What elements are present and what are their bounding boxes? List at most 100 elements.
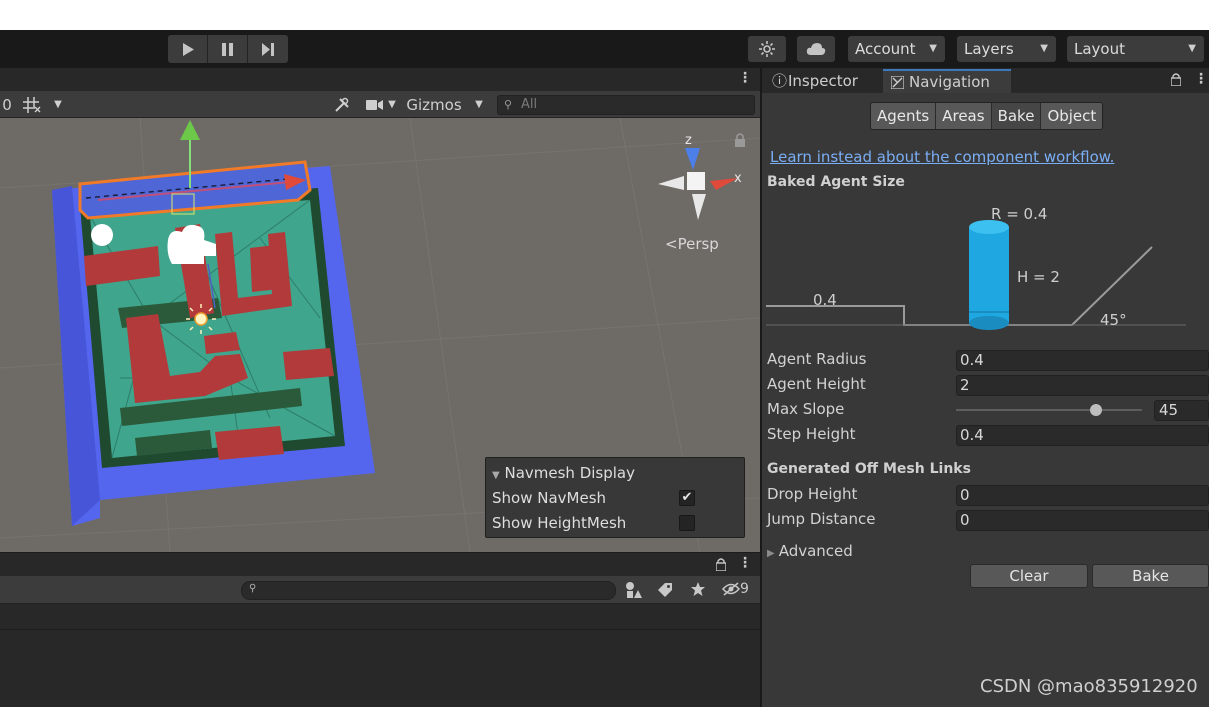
collab-button[interactable] [748,36,786,62]
navigation-panel: Agents Areas Bake Object Learn instead a… [762,93,1209,707]
pause-icon [222,42,233,56]
layers-dropdown[interactable]: Layers ▼ [957,36,1056,62]
advanced-foldout[interactable]: ▶ Advanced [767,542,853,560]
triangle-down-icon: ▼ [492,470,500,481]
scene-viewport[interactable]: z x <Persp ▼ Navmesh Display Show NavMes… [0,118,760,552]
step-button[interactable] [248,35,288,63]
search-icon: ⚲ [504,98,513,111]
triangle-right-icon: ▶ [767,548,775,559]
agent-height-diagram-label: H = 2 [1017,268,1060,286]
lock-icon[interactable] [735,133,745,147]
component-workflow-link[interactable]: Learn instead about the component workfl… [770,148,1114,166]
more-options-icon[interactable]: ⋮ [738,70,752,86]
navmesh-display-header[interactable]: ▼ Navmesh Display [492,462,635,484]
camera-icon [366,99,384,110]
unity-editor-window: Account ▼ Layers ▼ Layout ▼ ⋮ 0 ▼ ▼ Gizm… [0,0,1209,707]
grid-snap-button[interactable] [18,94,46,115]
agent-height-field[interactable]: 2 [956,375,1209,396]
scene-tab-header: ⋮ [0,68,760,91]
chevron-down-icon: ▼ [1188,43,1196,54]
max-slope-slider-handle[interactable] [1089,404,1102,416]
more-options-icon[interactable]: ⋮ [738,555,752,571]
baked-agent-size-title: Baked Agent Size [767,174,905,190]
step-icon [262,42,274,56]
more-options-icon[interactable]: ⋮ [1194,71,1208,87]
tab-bake[interactable]: Bake [991,103,1042,129]
show-heightmesh-label: Show HeightMesh [492,514,627,532]
navigation-mode-tabs: Agents Areas Bake Object [870,102,1104,130]
watermark-text: CSDN @mao835912920 [980,676,1198,697]
tools-icon [335,97,349,112]
grid-icon [23,96,41,113]
max-slope-field[interactable]: 45 [1154,400,1209,421]
persp-toggle[interactable]: <Persp [665,235,719,253]
tab-navigation-label: Navigation [909,73,990,91]
filter-by-label-button[interactable] [657,582,675,600]
agent-cylinder [969,220,1009,330]
drop-height-field[interactable]: 0 [956,485,1209,506]
orientation-gizmo[interactable] [658,148,738,220]
collab-icon [759,41,775,57]
gizmos-button[interactable]: Gizmos [405,94,463,115]
tab-object[interactable]: Object [1041,103,1103,129]
shapes-icon [626,582,642,598]
scene-toolbar: 0 ▼ ▼ Gizmos ▼ ⚲ All [0,91,760,118]
z-axis-label: z [685,133,692,148]
navmesh-display-title: Navmesh Display [504,464,635,482]
play-controls [168,35,288,63]
info-icon: ⓘ [772,72,788,90]
play-button[interactable] [168,35,208,63]
agent-radius-field[interactable]: 0.4 [956,350,1209,371]
off-mesh-links-title: Generated Off Mesh Links [767,461,971,477]
tab-areas[interactable]: Areas [936,103,992,129]
y-axis-handle [180,120,200,140]
drop-height-label: Drop Height [767,485,858,503]
project-search-input[interactable]: ⚲ [241,581,616,600]
slope-diagram-label: 45° [1100,311,1127,329]
agent-radius-diagram-label: R = 0.4 [991,205,1048,223]
scene-search-input[interactable]: ⚲ All [497,95,755,115]
agent-size-diagram [766,220,1186,330]
pause-button[interactable] [208,35,248,63]
hidden-packages-count: 9 [740,581,749,597]
chevron-down-icon: ▼ [388,99,396,110]
eye-slash-icon [721,582,741,596]
x-axis-label: x [734,171,742,186]
favorites-button[interactable] [690,581,708,599]
tools-button[interactable] [330,94,354,115]
play-icon [182,42,194,56]
filter-by-type-button[interactable] [624,581,644,599]
lock-icon[interactable] [1171,73,1181,86]
agent-height-label: Agent Height [767,375,866,393]
camera-settings-button[interactable]: ▼ [362,94,400,115]
tab-agents[interactable]: Agents [871,103,937,129]
jump-distance-field[interactable]: 0 [956,510,1209,531]
tab-navigation[interactable]: Navigation [883,69,1011,93]
step-height-field[interactable]: 0.4 [956,425,1209,446]
chevron-down-icon: ▼ [929,43,937,54]
navmesh-display-overlay: ▼ Navmesh Display Show NavMesh ✔ Show He… [485,457,745,538]
cloud-button[interactable] [797,36,835,62]
layout-dropdown[interactable]: Layout ▼ [1067,36,1204,62]
show-navmesh-checkbox[interactable]: ✔ [679,490,695,506]
max-slope-slider[interactable] [956,404,1142,416]
inspector-tab-bar: ⓘ Inspector Navigation ⋮ [762,68,1209,93]
account-dropdown[interactable]: Account ▼ [848,36,945,62]
bake-button[interactable]: Bake [1092,564,1209,588]
chevron-down-icon[interactable]: ▼ [48,94,68,115]
gizmos-dropdown-chevron-icon[interactable]: ▼ [468,94,490,115]
scene-search-placeholder: All [521,97,538,112]
clear-button[interactable]: Clear [970,564,1088,588]
top-blank-strip [0,0,1209,30]
project-tab-header: ⋮ [0,552,760,576]
scene-number: 0 [2,95,12,114]
layers-label: Layers [964,40,1014,58]
search-icon: ⚲ [249,583,257,594]
show-heightmesh-checkbox[interactable] [679,515,695,531]
jump-distance-label: Jump Distance [767,510,876,528]
hidden-packages-button[interactable]: 9 [721,581,756,599]
checkmark-icon: ✔ [681,490,693,505]
tab-inspector[interactable]: ⓘ Inspector [762,69,882,93]
show-navmesh-label: Show NavMesh [492,489,607,507]
lock-icon[interactable] [716,558,726,571]
